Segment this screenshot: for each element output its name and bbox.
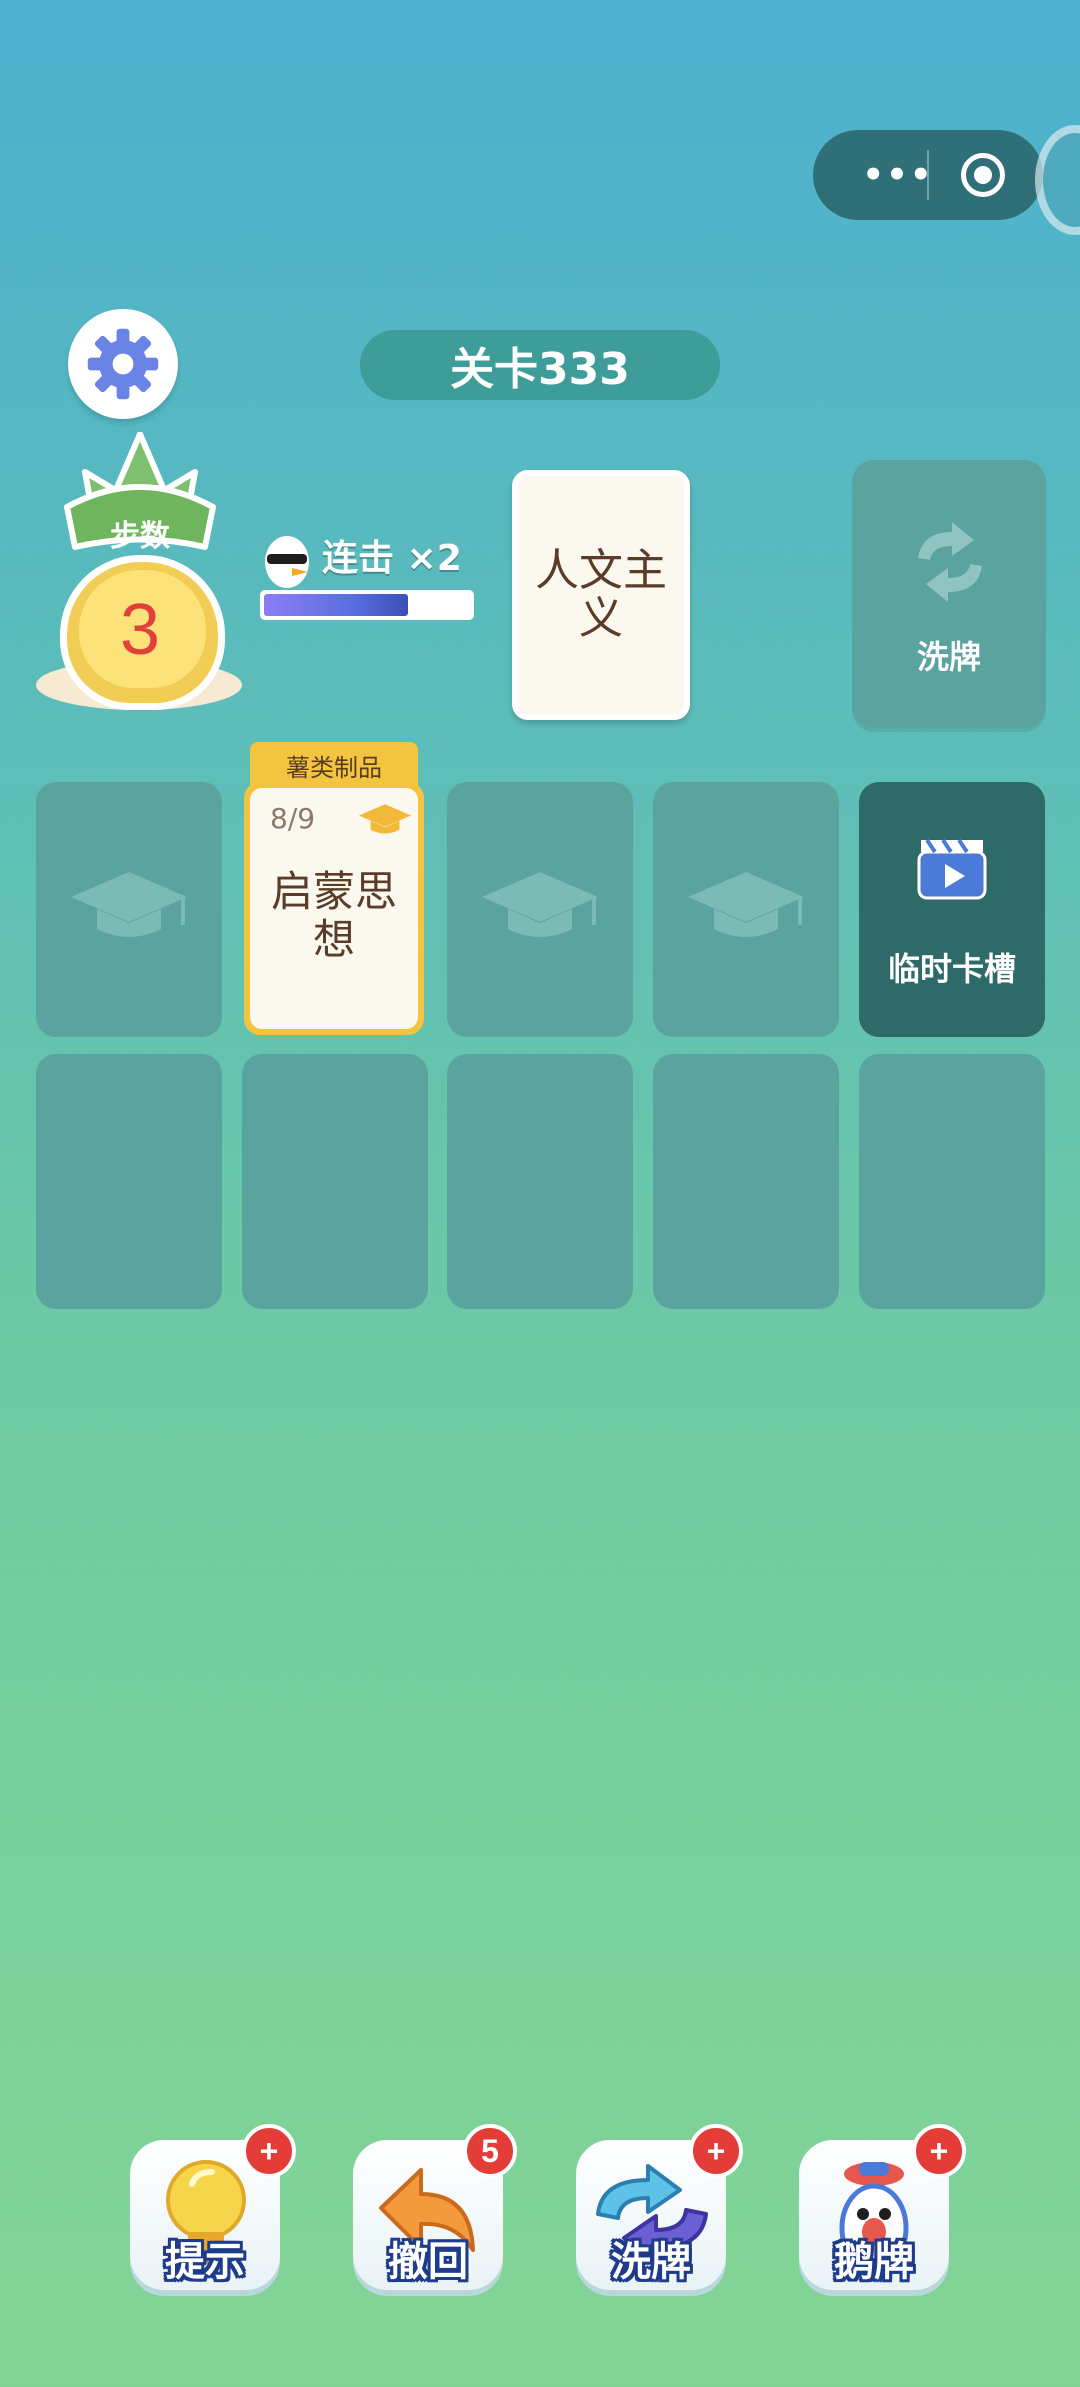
steps-value: 3 <box>119 590 161 670</box>
target-close-icon[interactable] <box>961 153 1005 197</box>
shuffle-label: 洗牌 <box>611 2239 691 2285</box>
current-card-text: 人文主义 <box>535 545 667 644</box>
card-slot[interactable] <box>653 1054 839 1309</box>
card-slot[interactable] <box>447 782 633 1037</box>
hint-label: 提示 <box>165 2239 245 2285</box>
undo-label: 撤回 <box>388 2239 468 2285</box>
card-slot[interactable] <box>653 782 839 1037</box>
mini-program-capsule: ••• <box>813 130 1043 220</box>
graduation-cap-icon <box>358 804 412 834</box>
steps-label: 步数 <box>110 519 170 554</box>
level-title: 关卡333 <box>360 330 720 400</box>
goose-card-label: 鹅牌 <box>834 2239 914 2285</box>
shuffle-deck-button[interactable]: 洗牌 <box>852 460 1046 728</box>
temp-card-slot-button[interactable]: 临时卡槽 <box>859 782 1045 1037</box>
card-slot[interactable] <box>859 1054 1045 1309</box>
card-slot[interactable] <box>447 1054 633 1309</box>
more-dots-icon[interactable]: ••• <box>862 148 933 202</box>
graduation-cap-icon <box>482 872 598 937</box>
goose-add-badge[interactable]: + <box>912 2124 966 2178</box>
card-slot[interactable] <box>36 782 222 1037</box>
hint-add-badge[interactable]: + <box>242 2124 296 2178</box>
card-text: 启蒙思想 <box>270 867 397 964</box>
combo-progress-fill <box>264 594 409 616</box>
shuffle-add-badge[interactable]: + <box>689 2124 743 2178</box>
card-slot[interactable] <box>36 1054 222 1309</box>
shuffle-icon <box>918 522 982 602</box>
capsule-divider <box>927 150 929 200</box>
undo-count-badge: 5 <box>463 2124 517 2178</box>
shuffle-deck-label: 洗牌 <box>916 638 981 676</box>
video-clapper-icon <box>917 838 987 900</box>
settings-button[interactable] <box>68 309 178 419</box>
graduation-cap-icon <box>688 872 804 937</box>
temp-card-slot-label: 临时卡槽 <box>887 950 1016 988</box>
goose-sunglasses-icon <box>265 536 309 588</box>
combo-label: 连击 ×2 <box>322 538 462 579</box>
current-card[interactable]: 人文主义 <box>512 470 690 720</box>
stacked-card[interactable]: 8/9 启蒙思想 <box>244 782 424 1035</box>
card-slot[interactable] <box>242 1054 428 1309</box>
card-progress-count: 8/9 <box>270 802 316 835</box>
combo-progress-bar <box>260 590 474 620</box>
floating-ball-edge[interactable] <box>1035 125 1080 235</box>
graduation-cap-icon <box>71 872 187 937</box>
gear-icon <box>87 328 159 400</box>
